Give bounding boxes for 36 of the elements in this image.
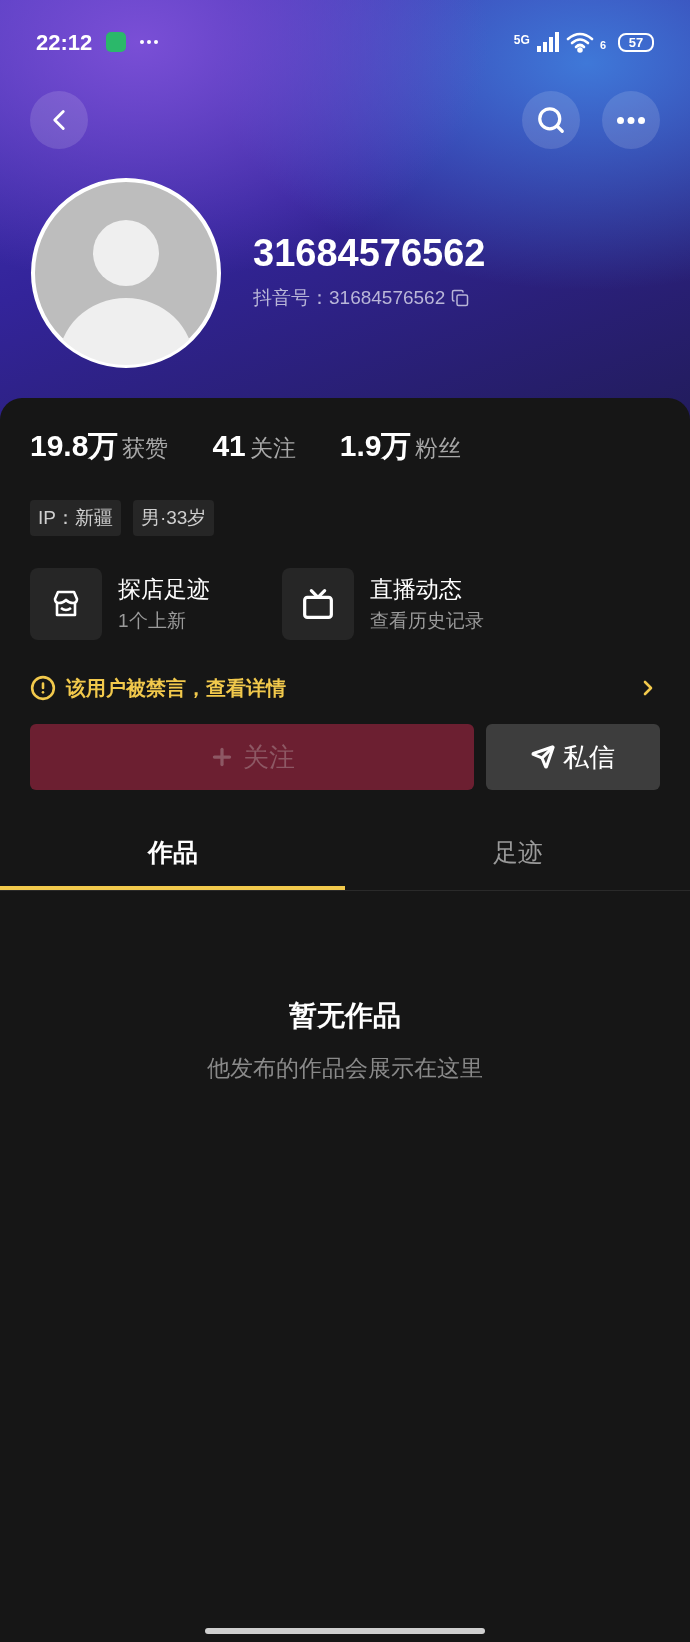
network-type: 5G bbox=[513, 32, 530, 49]
wifi-icon bbox=[565, 31, 594, 53]
shortcut-title[interactable]: 直播动态 bbox=[370, 575, 484, 603]
ban-notice-link[interactable]: 该用户被禁言，查看详情 bbox=[66, 673, 626, 703]
empty-subtitle: 他发布的作品会展示在这里 bbox=[207, 1054, 483, 1083]
battery-indicator: 57 bbox=[618, 32, 654, 52]
stat-label: 关注 bbox=[249, 434, 296, 463]
tv-icon bbox=[302, 588, 334, 620]
stat-value: 41 bbox=[212, 428, 246, 464]
content-tab[interactable]: 足迹 bbox=[345, 820, 690, 890]
more-notifications-icon bbox=[140, 40, 159, 44]
stat-label: 获赞 bbox=[122, 434, 169, 463]
wifi-band-label: 6 bbox=[599, 37, 606, 53]
shortcut-subtitle: 查看历史记录 bbox=[370, 609, 484, 633]
shortcut-tile[interactable] bbox=[30, 568, 102, 640]
empty-title: 暂无作品 bbox=[289, 999, 401, 1033]
search-icon bbox=[536, 105, 566, 135]
status-time: 22:12 bbox=[36, 28, 93, 57]
stat-value: 19.8万 bbox=[30, 428, 119, 464]
account-id: 抖音号：31684576562 bbox=[253, 285, 446, 310]
shortcut-title[interactable]: 探店足迹 bbox=[118, 575, 210, 603]
warning-icon bbox=[30, 675, 56, 701]
shortcut-subtitle: 1个上新 bbox=[118, 609, 187, 633]
content-tab[interactable]: 作品 bbox=[0, 820, 345, 890]
paper-plane-icon bbox=[531, 745, 555, 769]
copy-icon[interactable] bbox=[451, 289, 470, 307]
shortcut-tile[interactable] bbox=[282, 568, 354, 640]
stat-label: 粉丝 bbox=[415, 434, 462, 463]
more-icon bbox=[617, 116, 645, 124]
app-notification-icon bbox=[106, 32, 127, 52]
info-tag: 男·33岁 bbox=[132, 500, 215, 536]
profile-name: 31684576562 bbox=[253, 230, 486, 276]
stat-value: 1.9万 bbox=[339, 428, 412, 464]
signal-icon bbox=[535, 32, 560, 52]
info-tag: IP：新疆 bbox=[30, 500, 121, 536]
message-button[interactable]: 私信 bbox=[486, 724, 660, 790]
